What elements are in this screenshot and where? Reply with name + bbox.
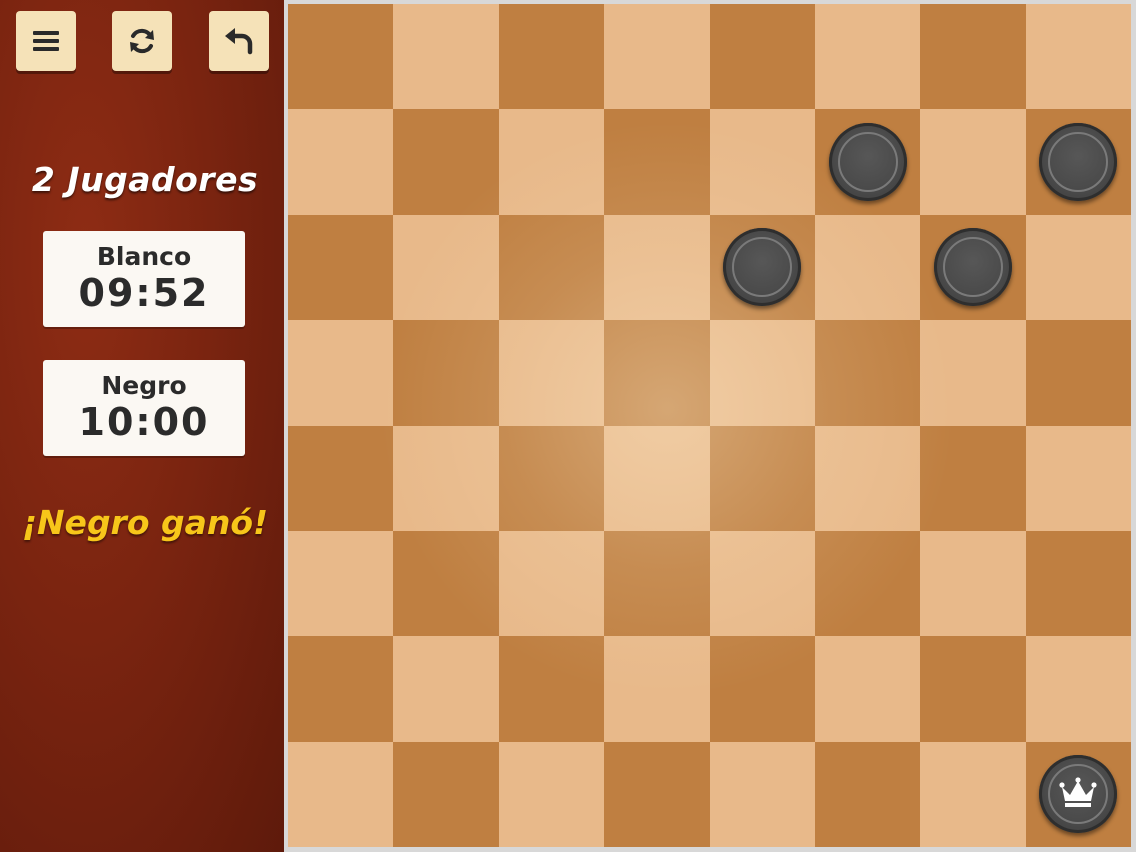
undo-arrow-icon (225, 28, 253, 55)
black-player-clock: Negro 10:00 (43, 360, 245, 456)
hamburger-menu-icon (33, 31, 59, 51)
board-square-r5-c3[interactable] (604, 530, 710, 637)
board-square-r5-c5[interactable] (814, 530, 921, 637)
board-square-r0-c2[interactable] (498, 4, 605, 110)
board-square-r5-c7[interactable] (1025, 530, 1131, 637)
game-screen: 2 Jugadores Blanco 09:52 Negro 10:00 ¡Ne… (0, 0, 1136, 852)
white-player-clock: Blanco 09:52 (43, 231, 245, 327)
board-square-r1-c1[interactable] (393, 109, 499, 215)
board-square-r1-c2[interactable] (498, 109, 605, 215)
board-square-r0-c3[interactable] (604, 4, 710, 110)
restart-button[interactable] (112, 11, 172, 71)
board-square-r3-c3[interactable] (604, 320, 710, 426)
board-square-r0-c7[interactable] (1025, 4, 1131, 110)
board-square-r6-c6[interactable] (920, 636, 1026, 742)
board-square-r1-c5[interactable] (814, 109, 921, 215)
board-square-r7-c3[interactable] (604, 741, 710, 847)
board-square-r1-c0[interactable] (288, 109, 394, 215)
game-result-text: ¡Negro ganó! (21, 503, 269, 542)
board-square-r4-c7[interactable] (1025, 425, 1131, 531)
board-square-r0-c5[interactable] (814, 4, 921, 110)
board-square-r4-c2[interactable] (498, 425, 605, 531)
board-square-r4-c5[interactable] (814, 425, 921, 531)
board-square-r3-c2[interactable] (498, 320, 605, 426)
board-square-r7-c7[interactable] (1025, 741, 1131, 847)
black-piece[interactable] (1039, 123, 1118, 202)
board-square-r7-c5[interactable] (814, 741, 921, 847)
board-square-r3-c5[interactable] (814, 320, 921, 426)
board-square-r3-c0[interactable] (288, 320, 394, 426)
board-square-r6-c1[interactable] (393, 636, 499, 742)
board-square-r7-c2[interactable] (498, 741, 605, 847)
board-square-r0-c1[interactable] (393, 4, 499, 110)
board-square-r0-c0[interactable] (288, 4, 394, 110)
board-square-r2-c2[interactable] (498, 214, 605, 321)
black-piece[interactable] (933, 228, 1012, 307)
board-square-r6-c3[interactable] (604, 636, 710, 742)
game-mode-title: 2 Jugadores (31, 160, 259, 199)
menu-button[interactable] (16, 11, 76, 71)
board-square-r2-c7[interactable] (1025, 214, 1131, 321)
black-piece[interactable] (723, 228, 802, 307)
board-square-r6-c5[interactable] (814, 636, 921, 742)
board-square-r1-c3[interactable] (604, 109, 710, 215)
board-square-r0-c6[interactable] (920, 4, 1026, 110)
refresh-icon (130, 28, 154, 54)
board-square-r2-c5[interactable] (814, 214, 921, 321)
board-square-r6-c4[interactable] (709, 636, 815, 742)
board-square-r2-c3[interactable] (604, 214, 710, 321)
board-square-r1-c7[interactable] (1025, 109, 1131, 215)
board-square-r7-c1[interactable] (393, 741, 499, 847)
board-square-r4-c0[interactable] (288, 425, 394, 531)
crown-icon (1059, 777, 1097, 808)
undo-button[interactable] (209, 11, 269, 71)
board-square-r2-c4[interactable] (709, 214, 815, 321)
sidebar: 2 Jugadores Blanco 09:52 Negro 10:00 ¡Ne… (0, 0, 284, 852)
board-square-r7-c4[interactable] (709, 741, 815, 847)
board-square-r5-c1[interactable] (393, 530, 499, 637)
black-player-time: 10:00 (78, 400, 210, 444)
board-square-r3-c7[interactable] (1025, 320, 1131, 426)
board-square-r7-c0[interactable] (288, 741, 394, 847)
board-square-r5-c4[interactable] (709, 530, 815, 637)
black-king-piece[interactable] (1039, 755, 1118, 834)
board-square-r6-c0[interactable] (288, 636, 394, 742)
board-square-r5-c2[interactable] (498, 530, 605, 637)
board-square-r3-c6[interactable] (920, 320, 1026, 426)
board-square-r1-c6[interactable] (920, 109, 1026, 215)
board-square-r2-c0[interactable] (288, 214, 394, 321)
board-square-r5-c0[interactable] (288, 530, 394, 637)
checkers-board (288, 4, 1131, 847)
board-square-r4-c3[interactable] (604, 425, 710, 531)
board-square-r4-c6[interactable] (920, 425, 1026, 531)
board-square-r1-c4[interactable] (709, 109, 815, 215)
board-square-r0-c4[interactable] (709, 4, 815, 110)
board-square-r3-c1[interactable] (393, 320, 499, 426)
white-player-time: 09:52 (78, 271, 210, 315)
black-player-name: Negro (101, 371, 187, 400)
black-piece[interactable] (828, 123, 907, 202)
board-square-r5-c6[interactable] (920, 530, 1026, 637)
board-square-r3-c4[interactable] (709, 320, 815, 426)
board-square-r6-c7[interactable] (1025, 636, 1131, 742)
board-square-r4-c1[interactable] (393, 425, 499, 531)
board-square-r2-c1[interactable] (393, 214, 499, 321)
board-square-r4-c4[interactable] (709, 425, 815, 531)
board-square-r6-c2[interactable] (498, 636, 605, 742)
board-square-r2-c6[interactable] (920, 214, 1026, 321)
white-player-name: Blanco (96, 242, 192, 271)
board-square-r7-c6[interactable] (920, 741, 1026, 847)
